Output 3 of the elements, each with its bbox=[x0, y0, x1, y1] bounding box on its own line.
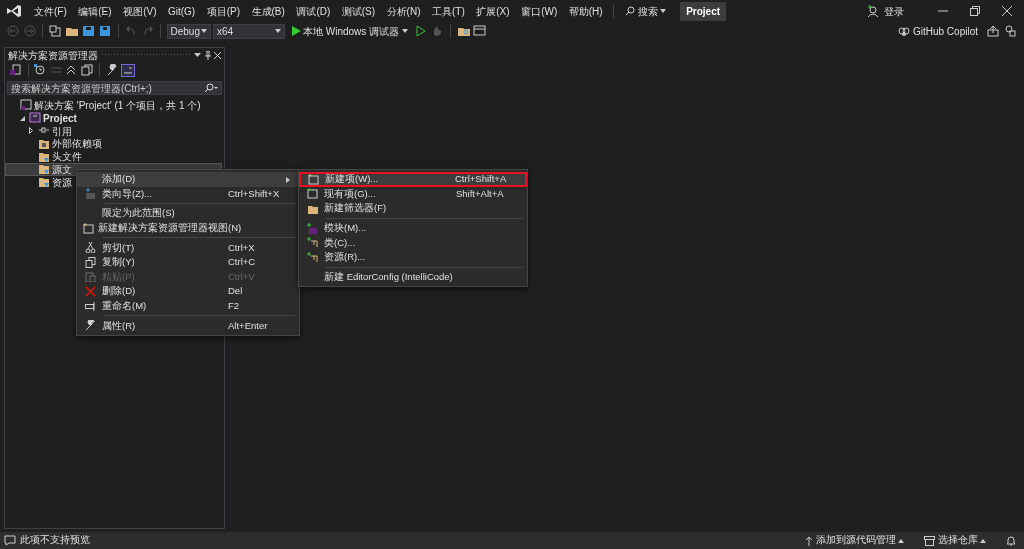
project-name: Project bbox=[680, 1, 727, 21]
panel-title: 解决方案资源管理器 bbox=[8, 48, 98, 63]
status-message: 此项不支持预览 bbox=[20, 533, 90, 548]
